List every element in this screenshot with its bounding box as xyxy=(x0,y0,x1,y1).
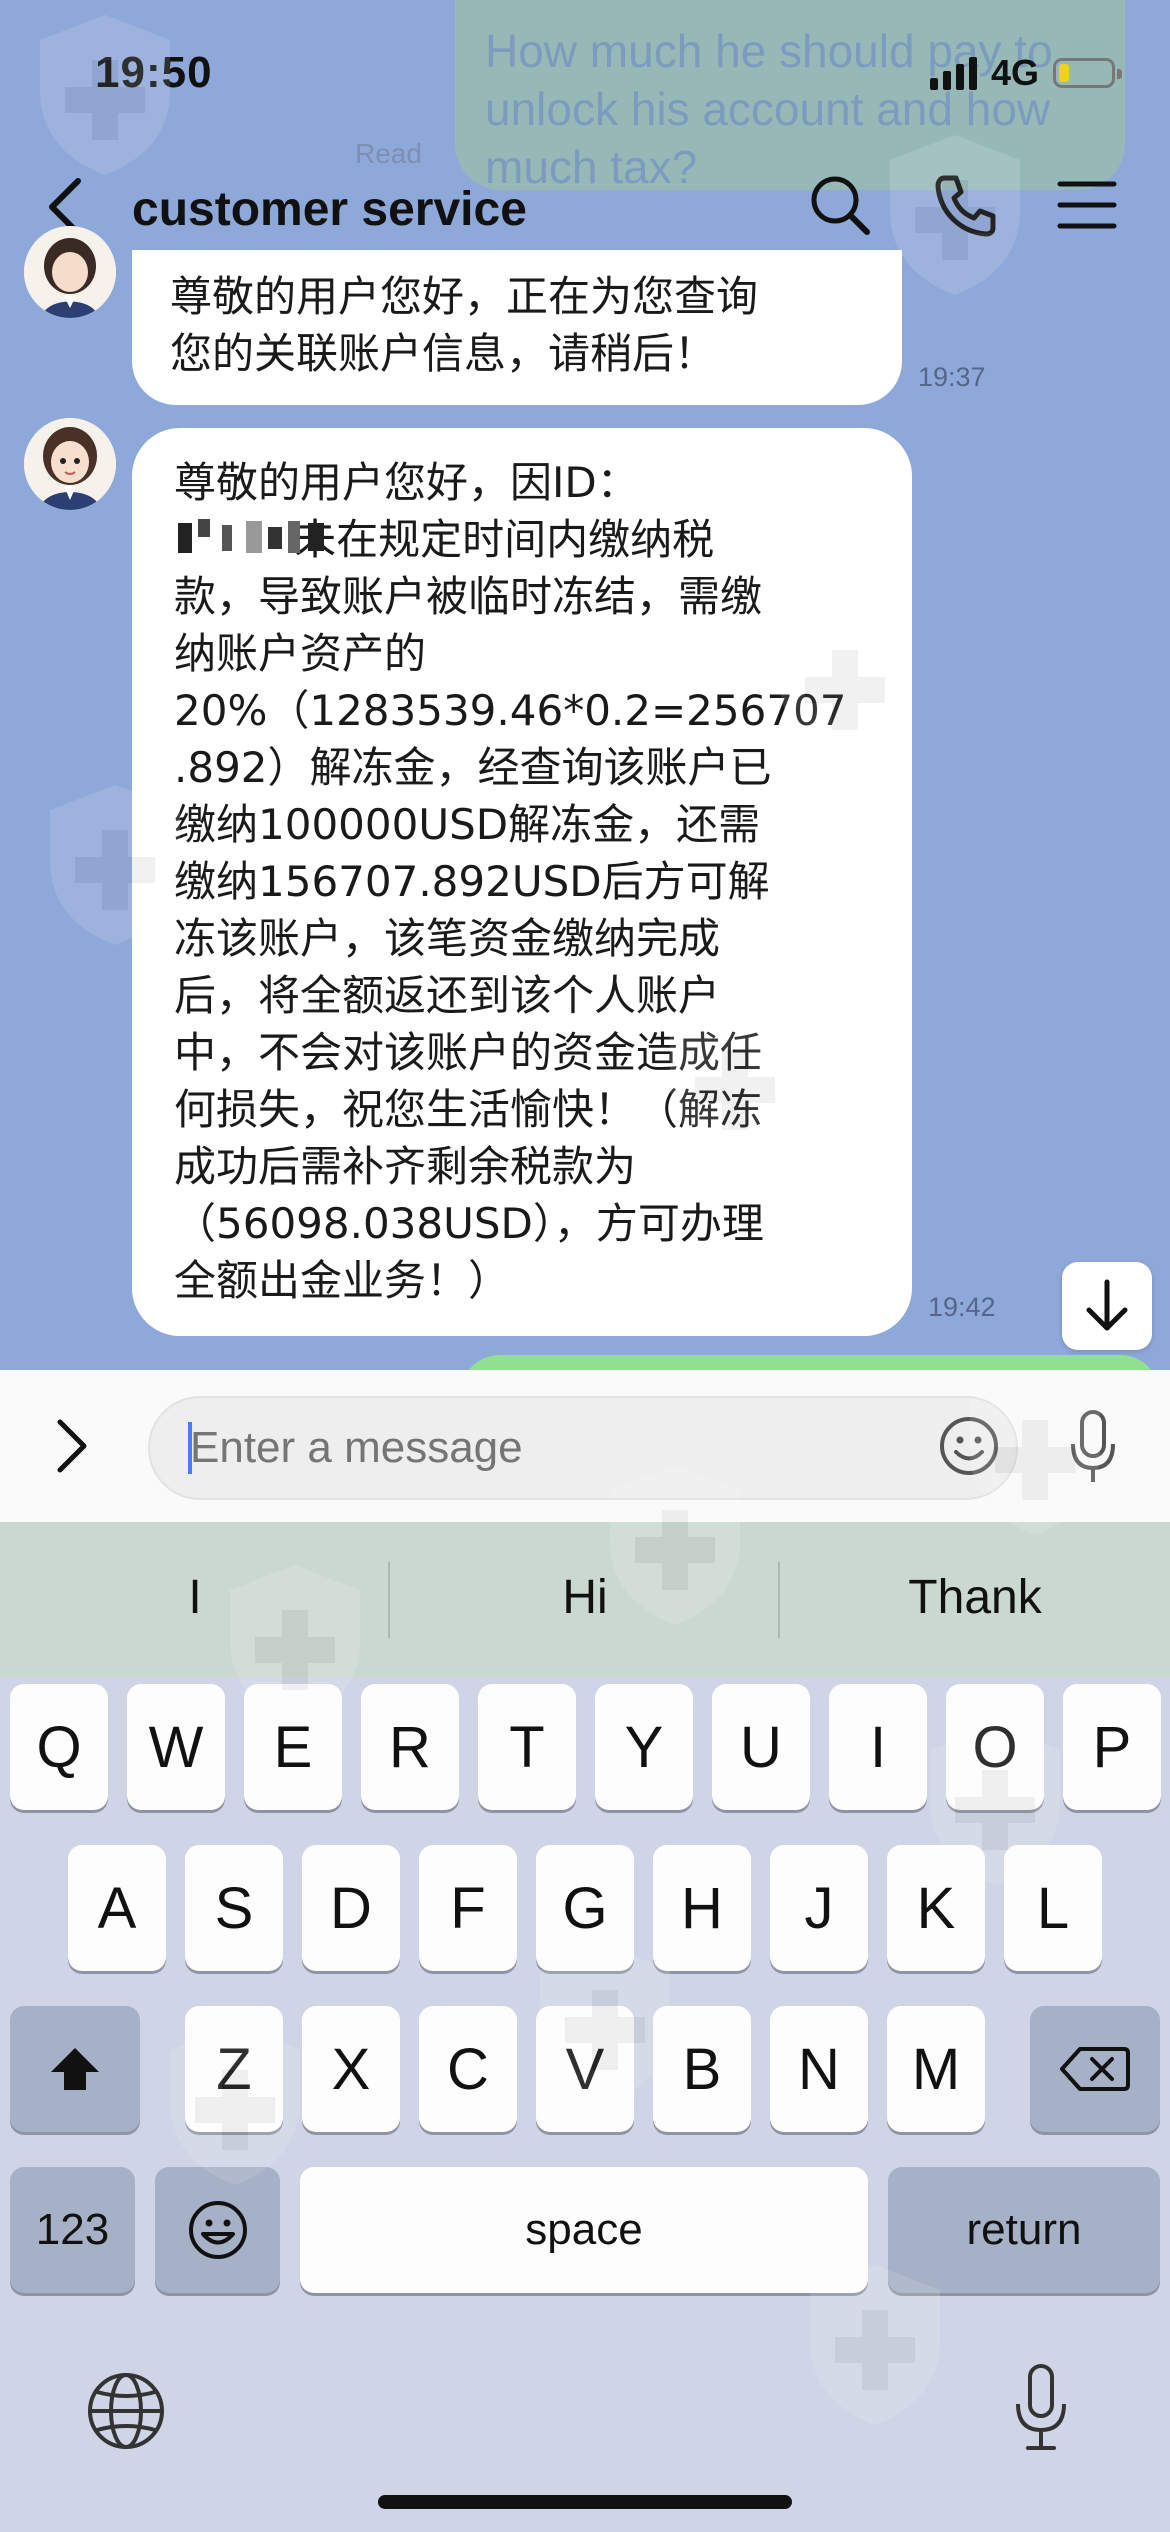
key-n[interactable]: N xyxy=(770,2006,868,2132)
key-c[interactable]: C xyxy=(419,2006,517,2132)
key-g[interactable]: G xyxy=(536,1845,634,1971)
suggestion-item[interactable]: Thank xyxy=(780,1570,1170,1625)
received-message[interactable]: 尊敬的用户您好，因ID： 未在规定时间内缴纳税 款，导致账户被临时冻结，需缴 纳… xyxy=(132,428,912,1336)
chat-title: customer service xyxy=(132,183,527,236)
key-p[interactable]: P xyxy=(1063,1684,1161,1810)
sent-message-bubble: How much he should pay to unlock his acc… xyxy=(455,0,1125,193)
expand-icon[interactable] xyxy=(52,1416,92,1476)
numbers-key[interactable]: 123 xyxy=(10,2167,135,2293)
signal-icon xyxy=(929,56,977,90)
dictation-icon[interactable] xyxy=(1012,2362,1070,2454)
agent-avatar[interactable] xyxy=(24,226,116,318)
read-receipt: Read xyxy=(355,138,422,169)
key-z[interactable]: Z xyxy=(185,2006,283,2132)
key-x[interactable]: X xyxy=(302,2006,400,2132)
key-l[interactable]: L xyxy=(1004,1845,1102,1971)
message-time: 19:42 xyxy=(928,1292,996,1322)
agent-avatar[interactable] xyxy=(24,418,116,510)
backspace-icon xyxy=(1060,2047,1130,2091)
status-indicators: 4G xyxy=(929,52,1122,94)
network-type: 4G xyxy=(990,52,1039,93)
key-s[interactable]: S xyxy=(185,1845,283,1971)
keyboard: I Hi Thank Q W E R T Y U I O P A S D F G… xyxy=(0,1522,1170,2532)
space-key[interactable]: space xyxy=(300,2167,868,2293)
key-r[interactable]: R xyxy=(361,1684,459,1810)
battery-icon xyxy=(1053,58,1122,88)
key-a[interactable]: A xyxy=(68,1845,166,1971)
key-f[interactable]: F xyxy=(419,1845,517,1971)
key-e[interactable]: E xyxy=(244,1684,342,1810)
composer-bar xyxy=(0,1370,1170,1522)
emoji-icon xyxy=(188,2201,247,2259)
smiley-icon[interactable] xyxy=(938,1415,1000,1477)
key-u[interactable]: U xyxy=(712,1684,810,1810)
status-time: 19:50 xyxy=(95,48,213,97)
suggestion-item[interactable]: Hi xyxy=(390,1570,780,1625)
key-t[interactable]: T xyxy=(478,1684,576,1810)
scroll-to-bottom-button[interactable] xyxy=(1062,1262,1152,1350)
search-icon[interactable] xyxy=(805,170,875,240)
shift-icon xyxy=(51,2048,99,2090)
received-message[interactable]: 尊敬的用户您好，正在为您查询 您的关联账户信息，请稍后！ xyxy=(132,250,902,405)
key-j[interactable]: J xyxy=(770,1845,868,1971)
redacted-id xyxy=(176,517,346,557)
menu-icon[interactable] xyxy=(1052,170,1122,240)
phone-icon[interactable] xyxy=(930,170,1000,240)
key-v[interactable]: V xyxy=(536,2006,634,2132)
key-q[interactable]: Q xyxy=(10,1684,108,1810)
key-y[interactable]: Y xyxy=(595,1684,693,1810)
key-i[interactable]: I xyxy=(829,1684,927,1810)
key-m[interactable]: M xyxy=(887,2006,985,2132)
microphone-icon[interactable] xyxy=(1065,1408,1121,1488)
message-time: 19:37 xyxy=(918,362,986,392)
key-w[interactable]: W xyxy=(127,1684,225,1810)
shift-key[interactable] xyxy=(10,2006,140,2132)
screen: How much he should pay to unlock his acc… xyxy=(0,0,1170,2532)
suggestion-bar: I Hi Thank xyxy=(0,1522,1170,1677)
return-key[interactable]: return xyxy=(888,2167,1160,2293)
text-caret xyxy=(188,1422,192,1474)
home-indicator[interactable] xyxy=(378,2495,792,2509)
key-d[interactable]: D xyxy=(302,1845,400,1971)
suggestion-item[interactable]: I xyxy=(0,1570,390,1625)
backspace-key[interactable] xyxy=(1030,2006,1160,2132)
key-o[interactable]: O xyxy=(946,1684,1044,1810)
key-k[interactable]: K xyxy=(887,1845,985,1971)
globe-icon[interactable] xyxy=(85,2370,167,2452)
arrow-down-icon xyxy=(1086,1279,1128,1331)
key-h[interactable]: H xyxy=(653,1845,751,1971)
message-input[interactable] xyxy=(148,1396,1018,1500)
emoji-key[interactable] xyxy=(155,2167,280,2293)
key-b[interactable]: B xyxy=(653,2006,751,2132)
